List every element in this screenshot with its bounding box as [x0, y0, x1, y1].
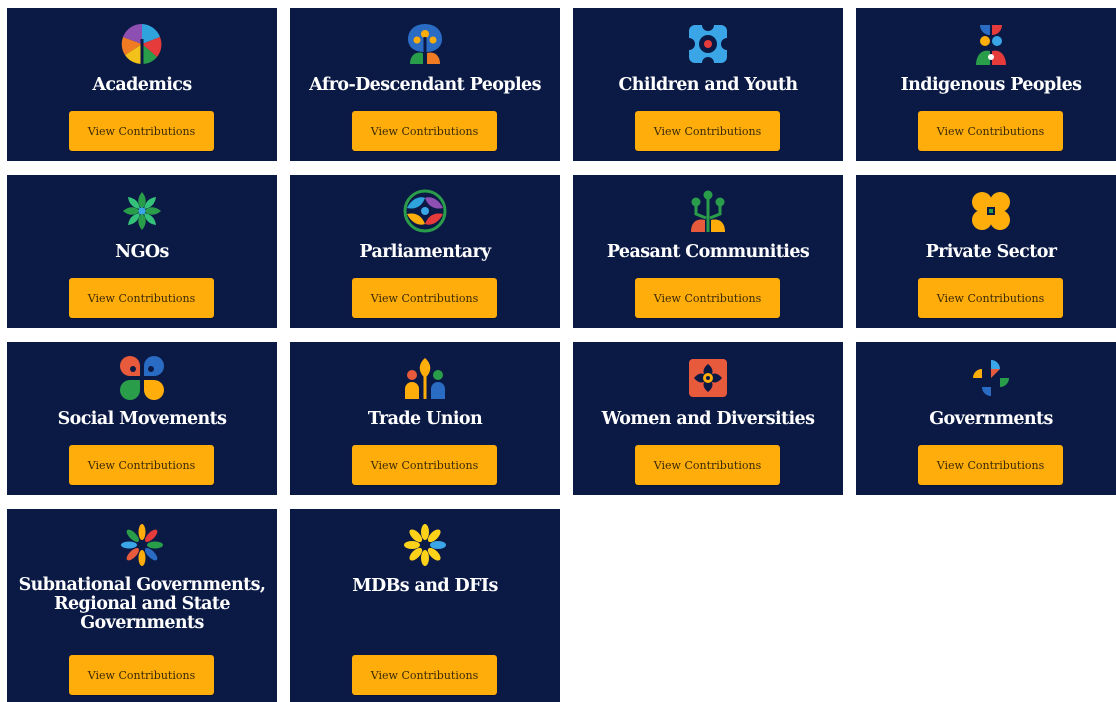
leaf-circle-icon: [119, 21, 165, 67]
view-contributions-button[interactable]: View Contributions: [918, 111, 1063, 151]
card-afro-descendant-peoples: Afro-Descendant Peoples View Contributio…: [290, 8, 560, 161]
card-title: Women and Diversities: [601, 409, 815, 429]
star-leaves-icon: [119, 188, 165, 234]
card-private-sector: Private Sector View Contributions: [856, 175, 1116, 328]
sunburst-petals-icon: [119, 522, 165, 568]
card-women-and-diversities: Women and Diversities View Contributions: [573, 342, 843, 495]
view-contributions-button[interactable]: View Contributions: [352, 278, 497, 318]
card-governments: Governments View Contributions: [856, 342, 1116, 495]
card-subnational-governments: Subnational Governments, Regional and St…: [7, 509, 277, 702]
view-contributions-button[interactable]: View Contributions: [69, 278, 214, 318]
daisy-icon: [402, 522, 448, 568]
card-title: Private Sector: [925, 242, 1057, 262]
pinwheel-icon: [968, 355, 1014, 401]
card-title: MDBs and DFIs: [352, 576, 498, 596]
card-title: Social Movements: [57, 409, 227, 429]
view-contributions-button[interactable]: View Contributions: [69, 111, 214, 151]
view-contributions-button[interactable]: View Contributions: [635, 278, 780, 318]
card-title: Peasant Communities: [606, 242, 810, 262]
card-academics: Academics View Contributions: [7, 8, 277, 161]
card-title: Parliamentary: [359, 242, 491, 262]
groups-grid: Academics View Contributions Afro-Descen…: [0, 0, 1116, 702]
card-peasant-communities: Peasant Communities View Contributions: [573, 175, 843, 328]
card-ngos: NGOs View Contributions: [7, 175, 277, 328]
sprout-icon: [685, 188, 731, 234]
view-contributions-button[interactable]: View Contributions: [635, 111, 780, 151]
tree-blossom-icon: [402, 21, 448, 67]
card-title: Afro-Descendant Peoples: [309, 75, 541, 95]
card-title: Academics: [92, 75, 192, 95]
view-contributions-button[interactable]: View Contributions: [69, 445, 214, 485]
card-title: Trade Union: [367, 409, 483, 429]
card-title: Indigenous Peoples: [900, 75, 1082, 95]
card-title: Governments: [929, 409, 1053, 429]
card-children-and-youth: Children and Youth View Contributions: [573, 8, 843, 161]
totem-petals-icon: [968, 21, 1014, 67]
card-parliamentary: Parliamentary View Contributions: [290, 175, 560, 328]
card-social-movements: Social Movements View Contributions: [7, 342, 277, 495]
view-contributions-button[interactable]: View Contributions: [352, 111, 497, 151]
four-petal-drops-icon: [119, 355, 165, 401]
quatrefoil-flower-icon: [685, 21, 731, 67]
globe-leaves-icon: [402, 188, 448, 234]
card-indigenous-peoples: Indigenous Peoples View Contributions: [856, 8, 1116, 161]
card-title: Subnational Governments, Regional and St…: [18, 575, 266, 633]
view-contributions-button[interactable]: View Contributions: [352, 445, 497, 485]
card-trade-union: Trade Union View Contributions: [290, 342, 560, 495]
card-title: NGOs: [115, 242, 169, 262]
card-title: Children and Youth: [618, 75, 798, 95]
orange-flower-frame-icon: [685, 355, 731, 401]
four-petal-flower-icon: [968, 188, 1014, 234]
view-contributions-button[interactable]: View Contributions: [918, 278, 1063, 318]
people-leaf-icon: [402, 355, 448, 401]
view-contributions-button[interactable]: View Contributions: [635, 445, 780, 485]
view-contributions-button[interactable]: View Contributions: [918, 445, 1063, 485]
view-contributions-button[interactable]: View Contributions: [352, 655, 497, 695]
view-contributions-button[interactable]: View Contributions: [69, 655, 214, 695]
card-mdbs-and-dfis: MDBs and DFIs View Contributions: [290, 509, 560, 702]
